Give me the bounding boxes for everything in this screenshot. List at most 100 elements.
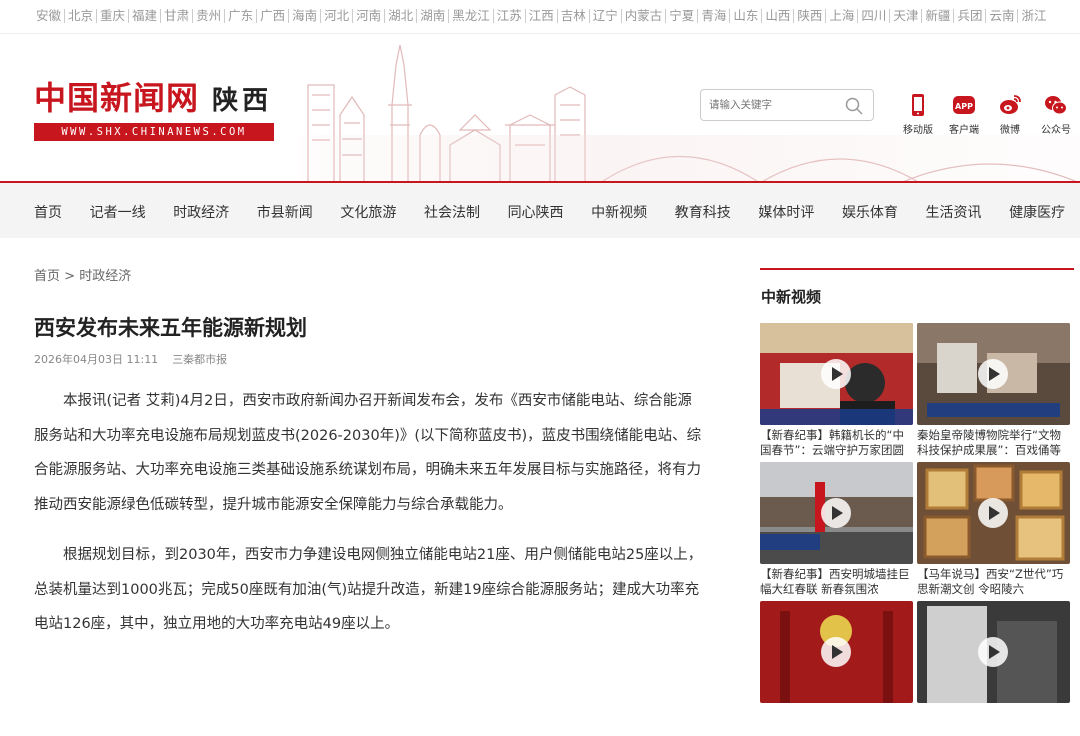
province-link[interactable]: 河南 — [353, 9, 386, 23]
video-caption[interactable]: 【新春纪事】韩籍机长的“中国春节”：云端守护万家团圆 — [760, 428, 913, 458]
article-source: 三秦都市报 — [172, 353, 228, 366]
nav-item[interactable]: 文化旅游 — [340, 202, 396, 222]
province-link[interactable]: 河北 — [321, 9, 354, 23]
province-link[interactable]: 内蒙古 — [622, 9, 667, 23]
province-link[interactable]: 广西 — [257, 9, 290, 23]
video-card[interactable]: 【新春纪事】西安明城墙挂巨幅大红春联 新春氛围浓 — [760, 462, 913, 597]
province-link[interactable]: 山西 — [762, 9, 795, 23]
nav-item[interactable]: 市县新闻 — [257, 202, 313, 222]
video-card[interactable]: 【新春纪事】韩籍机长的“中国春节”：云端守护万家团圆 — [760, 323, 913, 458]
province-link[interactable]: 贵州 — [193, 9, 226, 23]
quick-link-label: 客户端 — [949, 125, 979, 136]
province-link[interactable]: 甘肃 — [161, 9, 194, 23]
province-link[interactable]: 云南 — [986, 9, 1019, 23]
video-thumbnail[interactable] — [760, 462, 913, 564]
video-thumbnail[interactable] — [760, 323, 913, 425]
video-card[interactable]: 秦始皇帝陵博物院举行“文物科技保护成果展”：百戏俑等珍... — [917, 323, 1070, 458]
province-link[interactable]: 江西 — [526, 9, 558, 23]
province-link[interactable]: 浙江 — [1018, 9, 1049, 23]
play-icon[interactable] — [821, 359, 851, 389]
quick-link-mobile[interactable]: 移动版 — [895, 93, 941, 136]
province-link[interactable]: 黑龙江 — [449, 9, 494, 23]
province-link[interactable]: 吉林 — [558, 9, 590, 23]
nav-item[interactable]: 媒体时评 — [758, 202, 814, 222]
province-bar: 安徽 北京 重庆 福建 甘肃 贵州 广东 广西 海南 河北 河南 湖北 湖南 黑龙江 江苏 江西 吉林 辽宁 内蒙古… — [0, 0, 1080, 34]
video-caption[interactable]: 【马年说马】西安“Z世代”巧思新潮文创 令昭陵六骏“跃”入... — [917, 567, 1070, 597]
nav-item[interactable]: 生活资讯 — [926, 202, 982, 222]
quick-link-app[interactable]: APP 客户端 — [941, 93, 987, 136]
search-input[interactable] — [701, 90, 839, 120]
breadcrumb-home[interactable]: 首页 — [34, 269, 60, 284]
province-link[interactable]: 青海 — [698, 9, 731, 23]
nav-item[interactable]: 首页 — [34, 202, 62, 222]
nav-item[interactable]: 娱乐体育 — [842, 202, 898, 222]
province-link[interactable]: 海南 — [289, 9, 322, 23]
play-icon[interactable] — [978, 637, 1008, 667]
nav-item[interactable]: 同心陕西 — [508, 202, 564, 222]
weibo-icon — [1000, 95, 1021, 114]
article-paragraph: 本报讯(记者 艾莉)4月2日，西安市政府新闻办召开新闻发布会，发布《西安市储能电… — [34, 393, 702, 513]
article-paragraph: 根据规划目标，到2030年，西安市力争建设电网侧独立储能电站21座、用户侧储能电… — [34, 547, 703, 632]
province-link[interactable]: 上海 — [826, 9, 859, 23]
video-thumbnail[interactable] — [917, 323, 1070, 425]
province-link[interactable]: 湖南 — [417, 9, 450, 23]
app-icon: APP — [953, 96, 975, 114]
province-link[interactable]: 湖北 — [385, 9, 418, 23]
wechat-icon — [1045, 96, 1067, 115]
play-icon[interactable] — [978, 498, 1008, 528]
province-link[interactable]: 江苏 — [494, 9, 526, 23]
video-thumbnail[interactable] — [917, 601, 1070, 703]
province-link[interactable]: 新疆 — [922, 9, 955, 23]
province-link[interactable]: 陕西 — [794, 9, 827, 23]
province-link[interactable]: 安徽 — [36, 9, 66, 23]
quick-link-weibo[interactable]: 微博 — [987, 93, 1033, 136]
sidebar-title: 中新视频 — [761, 288, 822, 306]
nav-item[interactable]: 中新视频 — [591, 202, 647, 222]
article-meta: 2026年04月03日 11:11 三秦都市报 — [34, 351, 227, 367]
province-link[interactable]: 广东 — [225, 9, 258, 23]
quick-link-label: 微博 — [1000, 125, 1020, 136]
breadcrumb: 首页 > 时政经济 — [34, 265, 131, 284]
video-card[interactable]: 【马年说马】西安“Z世代”巧思新潮文创 令昭陵六骏“跃”入... — [917, 462, 1070, 597]
search-box — [700, 89, 874, 121]
sidebar-divider — [760, 268, 1074, 270]
province-link[interactable]: 四川 — [858, 9, 891, 23]
article-title: 西安发布未来五年能源新规划 — [34, 316, 307, 340]
nav-item[interactable]: 健康医疗 — [1009, 202, 1065, 222]
province-link[interactable]: 辽宁 — [590, 9, 622, 23]
logo-url: WWW.SHX.CHINANEWS.COM — [34, 123, 274, 141]
main-nav: 首页 记者一线 时政经济 市县新闻 文化旅游 社会法制 同心陕西 中新视频 教育科技 媒体时评 娱乐… — [0, 183, 1080, 238]
quick-link-wechat[interactable]: 公众号 — [1033, 93, 1079, 136]
nav-item[interactable]: 社会法制 — [424, 202, 480, 222]
nav-item[interactable]: 记者一线 — [90, 202, 146, 222]
quick-links: 移动版 APP 客户端 微博 公众号 — [895, 93, 1079, 136]
video-caption[interactable] — [917, 706, 1070, 736]
video-card[interactable] — [917, 601, 1070, 736]
play-icon[interactable] — [821, 498, 851, 528]
province-link[interactable]: 福建 — [129, 9, 162, 23]
province-link[interactable]: 天津 — [890, 9, 923, 23]
video-card[interactable] — [760, 601, 913, 736]
province-link[interactable]: 宁夏 — [666, 9, 699, 23]
quick-link-label: 移动版 — [903, 125, 933, 136]
breadcrumb-current[interactable]: 时政经济 — [79, 269, 131, 284]
play-icon[interactable] — [978, 359, 1008, 389]
province-links: 安徽 北京 重庆 福建 甘肃 贵州 广东 广西 海南 河北 河南 湖北 湖南 黑龙江 江苏 江西 吉林 辽宁 内蒙古… — [36, 9, 1049, 23]
site-logo[interactable]: 中国新闻网 陕西 WWW.SHX.CHINANEWS.COM — [34, 73, 274, 141]
mobile-icon — [912, 94, 924, 116]
province-link[interactable]: 重庆 — [97, 9, 130, 23]
video-caption[interactable] — [760, 706, 913, 736]
video-caption[interactable]: 【新春纪事】西安明城墙挂巨幅大红春联 新春氛围浓 — [760, 567, 913, 597]
video-thumbnail[interactable] — [917, 462, 1070, 564]
site-header: 中国新闻网 陕西 WWW.SHX.CHINANEWS.COM 移动版 APP 客… — [0, 35, 1080, 183]
province-link[interactable]: 北京 — [65, 9, 98, 23]
nav-item[interactable]: 教育科技 — [675, 202, 731, 222]
province-link[interactable]: 山东 — [730, 9, 763, 23]
nav-item[interactable]: 时政经济 — [173, 202, 229, 222]
province-link[interactable]: 兵团 — [954, 9, 987, 23]
video-thumbnail[interactable] — [760, 601, 913, 703]
search-icon[interactable] — [845, 97, 863, 115]
video-caption[interactable]: 秦始皇帝陵博物院举行“文物科技保护成果展”：百戏俑等珍... — [917, 428, 1070, 458]
article-date: 2026年04月03日 11:11 — [34, 353, 159, 366]
play-icon[interactable] — [821, 637, 851, 667]
